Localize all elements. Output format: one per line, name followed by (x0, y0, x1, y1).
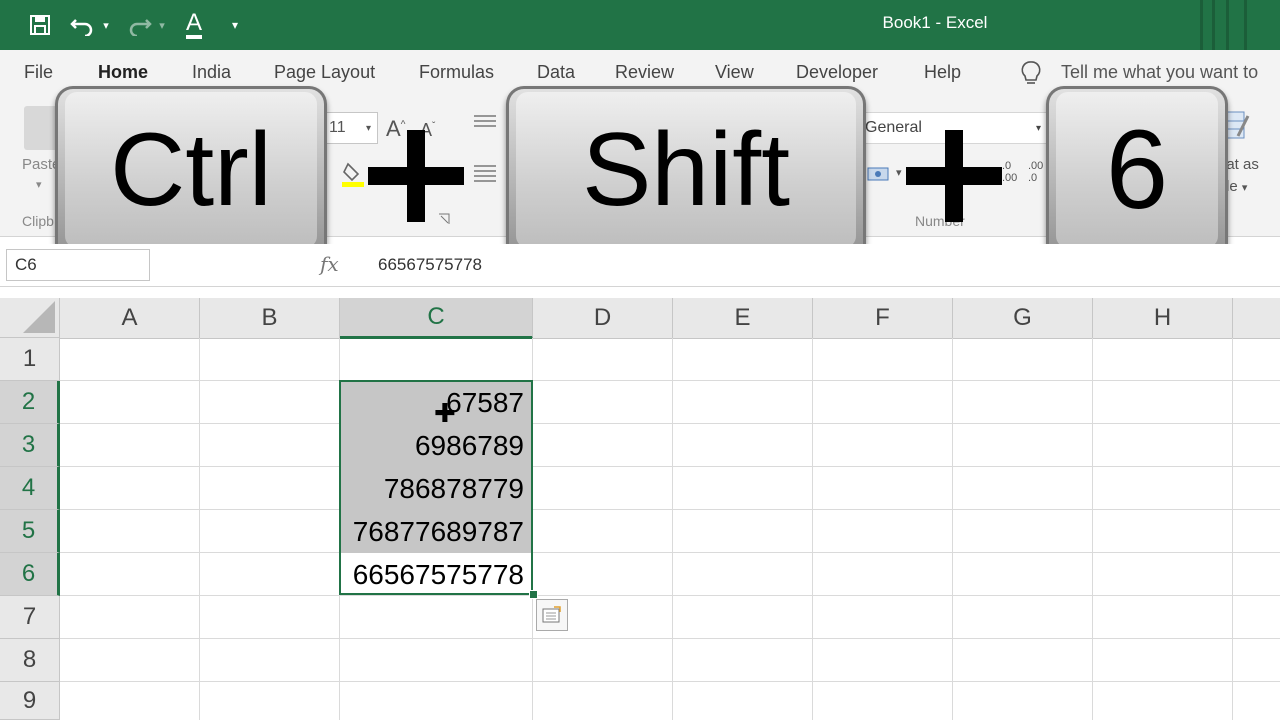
clipboard-group-label: Clipb (22, 213, 54, 229)
tab-india[interactable]: India (192, 62, 231, 83)
gridline (1092, 338, 1093, 720)
title-decoration (1244, 0, 1247, 50)
column-header-f[interactable]: F (813, 298, 953, 338)
paste-icon[interactable] (24, 106, 58, 150)
paste-dropdown-icon[interactable]: ▾ (36, 178, 42, 191)
key-6: 6 (1046, 86, 1228, 264)
chevron-down-icon: ▾ (1241, 182, 1248, 194)
accounting-dropdown-icon[interactable]: ▾ (896, 166, 902, 179)
quick-analysis-icon[interactable] (536, 599, 568, 631)
cell-cursor-icon: ✚ (434, 398, 456, 428)
key-ctrl: Ctrl (55, 86, 327, 264)
row-header-8[interactable]: 8 (0, 639, 60, 682)
tab-file[interactable]: File (24, 62, 53, 83)
column-header-d[interactable]: D (533, 298, 673, 338)
tab-home[interactable]: Home (98, 62, 149, 92)
column-header-e[interactable]: E (673, 298, 813, 338)
tab-review[interactable]: Review (615, 62, 674, 83)
fx-icon[interactable]: fx (320, 252, 339, 276)
lightbulb-icon (1020, 60, 1042, 93)
title-decoration (1212, 0, 1215, 50)
tab-page-layout[interactable]: Page Layout (274, 62, 375, 83)
row-header-2[interactable]: 2 (0, 381, 60, 424)
gridline (60, 681, 1280, 682)
column-header-b[interactable]: B (200, 298, 340, 338)
fill-color-icon[interactable] (342, 160, 366, 188)
formula-input[interactable]: 66567575778 (378, 255, 482, 275)
column-header-c[interactable]: C (340, 298, 533, 339)
window-title: Book1 - Excel (882, 13, 988, 32)
row-header-4[interactable]: 4 (0, 467, 60, 510)
select-all-button[interactable] (0, 298, 60, 338)
gridline (60, 552, 1280, 553)
gridline (60, 638, 1280, 639)
column-header-g[interactable]: G (953, 298, 1093, 338)
redo-icon[interactable] (126, 8, 152, 42)
tab-view[interactable]: View (715, 62, 754, 83)
increase-decimal-icon[interactable]: .0.00 (1002, 160, 1017, 184)
redo-dropdown-icon[interactable]: ▾ (155, 8, 169, 42)
plus-sign (906, 130, 1002, 222)
key-6-label: 6 (1105, 107, 1169, 232)
customize-qat-icon[interactable]: ▾ (228, 8, 242, 42)
row-header-5[interactable]: 5 (0, 510, 60, 553)
gridline (199, 338, 200, 720)
column-header-a[interactable]: A (60, 298, 200, 338)
title-decoration (1226, 0, 1229, 50)
tell-me-search[interactable]: Tell me what you want to (1061, 62, 1258, 83)
align-left-icon[interactable] (474, 164, 496, 184)
decrease-decimal-icon[interactable]: .00.0 (1028, 160, 1043, 184)
key-shift: Shift (506, 86, 866, 264)
plus-sign (368, 130, 464, 222)
row-header-3[interactable]: 3 (0, 424, 60, 467)
gridline (1232, 338, 1233, 720)
gridline (60, 423, 1280, 424)
formula-bar (0, 244, 1280, 287)
tab-help[interactable]: Help (924, 62, 961, 83)
column-header-h[interactable]: H (1093, 298, 1233, 338)
accounting-format-icon[interactable] (866, 164, 890, 186)
title-decoration (1200, 0, 1203, 50)
row-header-9[interactable]: 9 (0, 682, 60, 720)
gridline (60, 466, 1280, 467)
gridline (60, 595, 1280, 596)
fill-handle[interactable] (529, 590, 538, 599)
undo-icon[interactable] (70, 8, 96, 42)
top-align-icon[interactable] (474, 114, 496, 130)
undo-dropdown-icon[interactable]: ▾ (99, 8, 113, 42)
tab-developer[interactable]: Developer (796, 62, 878, 83)
key-shift-label: Shift (581, 112, 791, 228)
row-header-6[interactable]: 6 (0, 553, 60, 596)
tab-data[interactable]: Data (537, 62, 575, 83)
gridline (952, 338, 953, 720)
name-box[interactable]: C6 (6, 249, 150, 281)
tab-formulas[interactable]: Formulas (419, 62, 494, 83)
gridline (60, 380, 1280, 381)
gridline (60, 509, 1280, 510)
save-icon[interactable] (28, 8, 52, 42)
key-ctrl-label: Ctrl (110, 112, 272, 228)
gridline (672, 338, 673, 720)
row-header-1[interactable]: 1 (0, 338, 60, 381)
chevron-down-icon: ▾ (1035, 122, 1041, 134)
format-as-table-label-2[interactable]: le ▾ (1226, 178, 1247, 195)
font-color-icon[interactable]: A (180, 8, 208, 42)
gridline (812, 338, 813, 720)
row-header-7[interactable]: 7 (0, 596, 60, 639)
